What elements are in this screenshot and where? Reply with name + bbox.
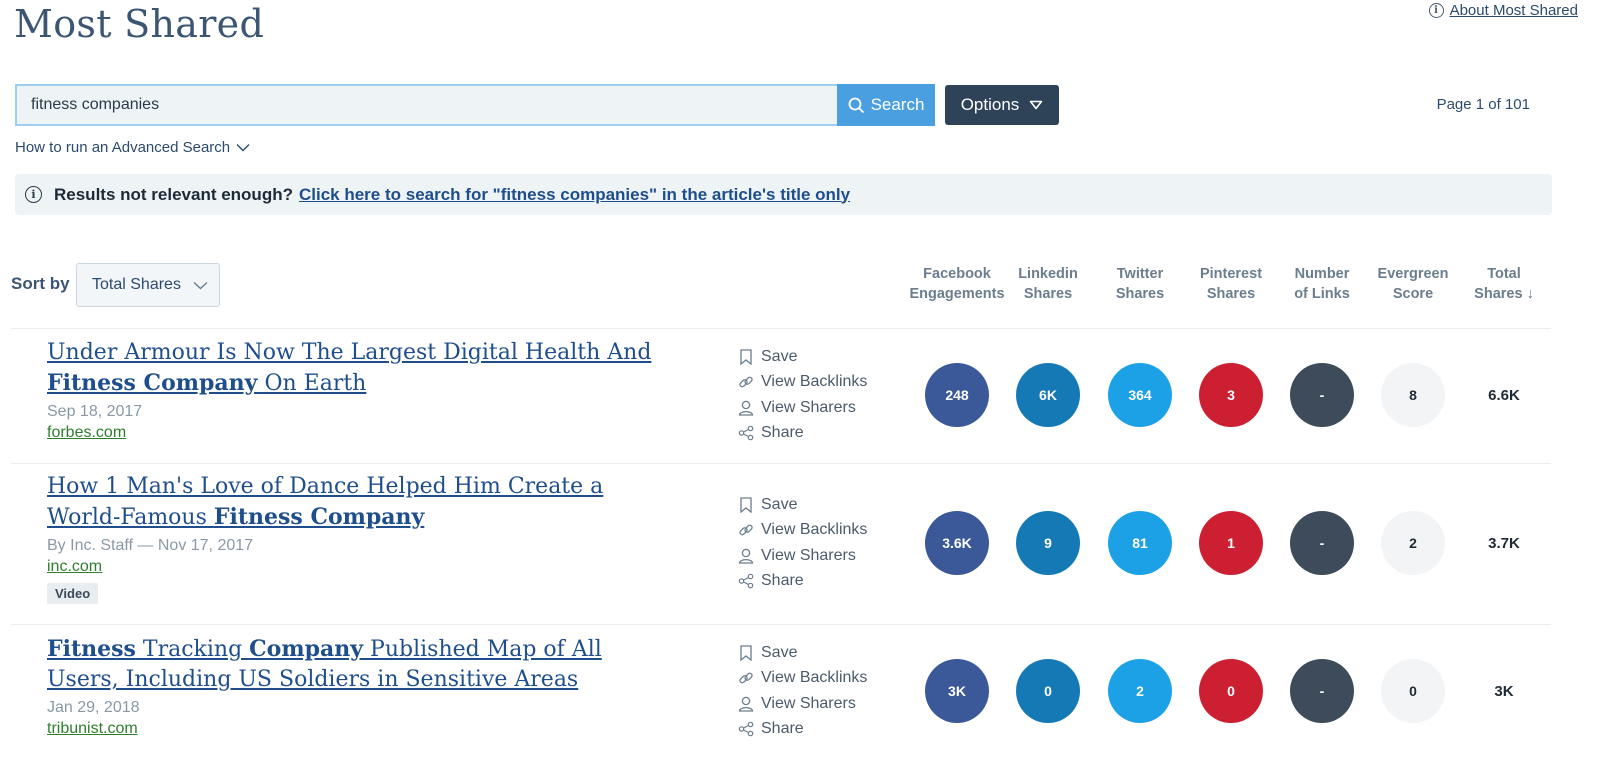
chevron-down-icon (236, 144, 250, 152)
chevron-down-icon (193, 281, 208, 289)
user-icon (738, 696, 754, 712)
title-only-search-link[interactable]: Click here to search for "fitness compan… (299, 185, 850, 205)
bookmark-icon (738, 349, 754, 365)
pinterest-shares-badge: 3 (1199, 363, 1263, 427)
share-icon (738, 425, 754, 441)
about-most-shared[interactable]: i About Most Shared (1428, 2, 1578, 19)
twitter-shares-badge: 364 (1108, 363, 1172, 427)
share-icon (738, 721, 754, 737)
bookmark-icon (738, 497, 754, 513)
article-title[interactable]: Fitness Tracking Company Published Map o… (47, 634, 647, 695)
share-action[interactable]: Share (738, 717, 908, 743)
total-shares-value: 3.7K (1488, 535, 1520, 552)
share-icon (738, 573, 754, 589)
linkedin-shares-badge: 9 (1016, 511, 1080, 575)
number-of-links-badge[interactable]: - (1290, 363, 1354, 427)
article-date: Sep 18, 2017 (47, 403, 143, 420)
column-header-total[interactable]: Total Shares ↓ (1456, 264, 1552, 304)
column-header-facebook[interactable]: Facebook Engagements (909, 264, 1005, 304)
number-of-links-badge[interactable]: - (1290, 511, 1354, 575)
share-action[interactable]: Share (738, 569, 908, 595)
link-icon (738, 670, 754, 686)
column-header-linkedin[interactable]: Linkedin Shares (1000, 264, 1096, 304)
twitter-shares-badge: 2 (1108, 659, 1172, 723)
divider (11, 624, 1551, 625)
article-domain[interactable]: tribunist.com (47, 720, 707, 738)
triangle-down-icon (1029, 100, 1043, 110)
article-title[interactable]: Under Armour Is Now The Largest Digital … (47, 338, 707, 399)
number-of-links-badge[interactable]: - (1290, 659, 1354, 723)
view-backlinks-action[interactable]: View Backlinks (738, 666, 908, 692)
bookmark-icon (738, 645, 754, 661)
save-action[interactable]: Save (738, 344, 908, 370)
options-button[interactable]: Options (945, 85, 1059, 125)
facebook-engagements-badge: 3.6K (925, 511, 989, 575)
advanced-search-toggle[interactable]: How to run an Advanced Search (15, 139, 250, 156)
evergreen-score-badge: 8 (1381, 363, 1445, 427)
sort-select[interactable]: Total Shares (76, 263, 220, 307)
video-tag: Video (47, 583, 99, 604)
about-most-shared-link[interactable]: About Most Shared (1450, 2, 1578, 19)
article-byline: By Inc. Staff — Nov 17, 2017 (47, 537, 254, 554)
view-backlinks-action[interactable]: View Backlinks (738, 518, 908, 544)
linkedin-shares-badge: 0 (1016, 659, 1080, 723)
search-input[interactable] (15, 84, 837, 126)
sort-selected-value: Total Shares (92, 276, 181, 293)
article-3: Fitness Tracking Company Published Map o… (47, 634, 707, 738)
search-icon (848, 97, 864, 113)
pinterest-shares-badge: 0 (1199, 659, 1263, 723)
evergreen-score-badge: 0 (1381, 659, 1445, 723)
article-domain[interactable]: forbes.com (47, 424, 707, 442)
article-2: How 1 Man's Love of Dance Helped Him Cre… (47, 472, 707, 604)
link-icon (738, 374, 754, 390)
link-icon (738, 522, 754, 538)
view-sharers-action[interactable]: View Sharers (738, 543, 908, 569)
save-action[interactable]: Save (738, 492, 908, 518)
view-sharers-action[interactable]: View Sharers (738, 691, 908, 717)
divider (11, 463, 1551, 464)
notice-lead: Results not relevant enough? (54, 184, 293, 204)
article-date: Jan 29, 2018 (47, 699, 140, 716)
article-domain[interactable]: inc.com (47, 558, 707, 576)
share-action[interactable]: Share (738, 421, 908, 447)
facebook-engagements-badge: 248 (925, 363, 989, 427)
column-header-evergreen[interactable]: Evergreen Score (1365, 264, 1461, 304)
user-icon (738, 548, 754, 564)
divider (11, 328, 1551, 329)
sort-label: Sort by (11, 274, 70, 293)
search-button-label: Search (870, 95, 925, 114)
advanced-search-label: How to run an Advanced Search (15, 139, 231, 156)
linkedin-shares-badge: 6K (1016, 363, 1080, 427)
page-title: Most Shared (14, 2, 265, 46)
search-bar: Search Options (15, 84, 1059, 126)
column-header-links[interactable]: Number of Links (1274, 264, 1370, 304)
user-icon (738, 400, 754, 416)
column-header-pinterest[interactable]: Pinterest Shares (1183, 264, 1279, 304)
total-shares-value: 3K (1494, 683, 1514, 700)
info-icon: i (1428, 3, 1444, 18)
article-actions: Save View Backlinks View Sharers Share (738, 640, 908, 742)
column-header-twitter[interactable]: Twitter Shares (1092, 264, 1188, 304)
article-actions: Save View Backlinks View Sharers Share (738, 492, 908, 594)
options-button-label: Options (960, 95, 1020, 114)
article-1: Under Armour Is Now The Largest Digital … (47, 338, 707, 442)
twitter-shares-badge: 81 (1108, 511, 1172, 575)
facebook-engagements-badge: 3K (925, 659, 989, 723)
total-shares-value: 6.6K (1488, 387, 1520, 404)
evergreen-score-badge: 2 (1381, 511, 1445, 575)
relevance-notice: i Results not relevant enough? Click her… (15, 174, 1552, 215)
search-button[interactable]: Search (837, 84, 935, 126)
save-action[interactable]: Save (738, 640, 908, 666)
page-count: Page 1 of 101 (1436, 96, 1530, 113)
article-title[interactable]: How 1 Man's Love of Dance Helped Him Cre… (47, 472, 647, 533)
info-icon: i (25, 186, 42, 203)
article-actions: Save View Backlinks View Sharers Share (738, 344, 908, 446)
view-sharers-action[interactable]: View Sharers (738, 395, 908, 421)
pinterest-shares-badge: 1 (1199, 511, 1263, 575)
view-backlinks-action[interactable]: View Backlinks (738, 370, 908, 396)
